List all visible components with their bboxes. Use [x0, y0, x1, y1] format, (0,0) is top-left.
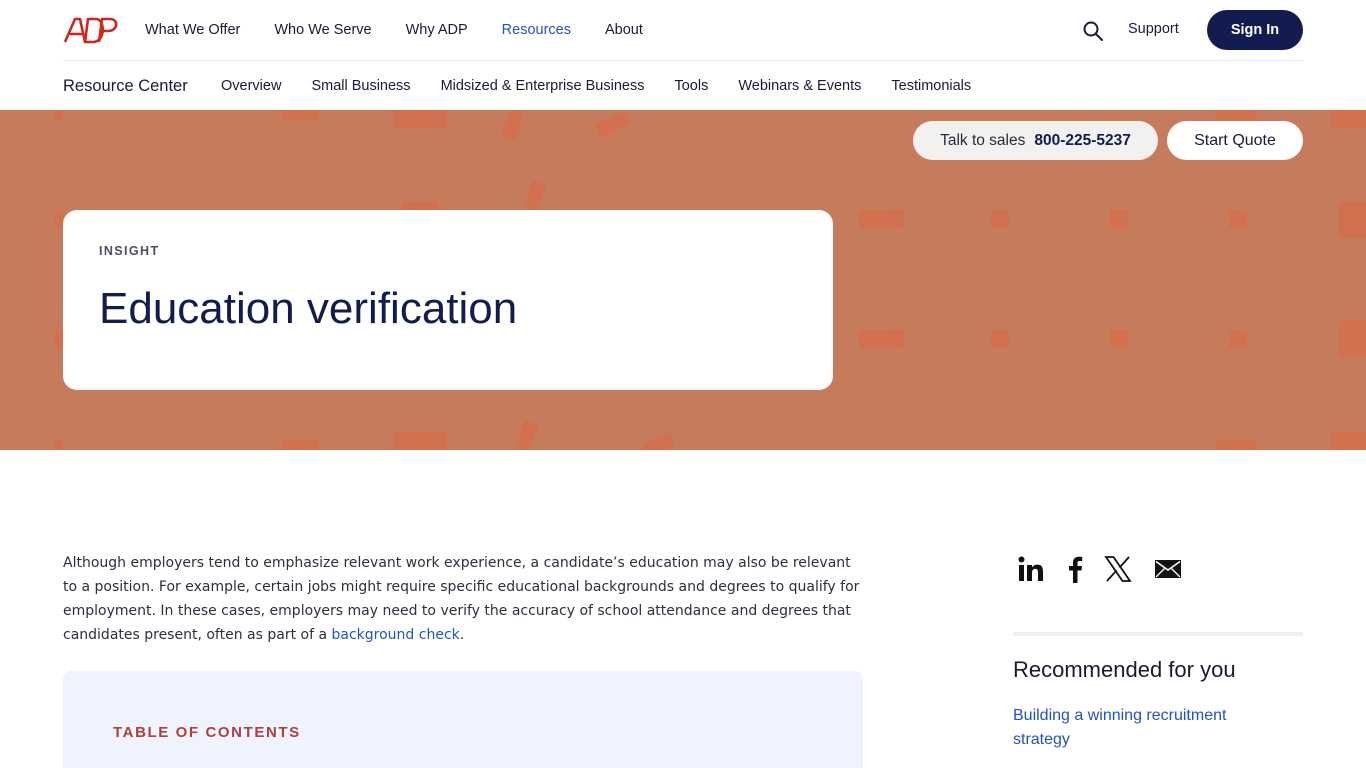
- x-icon[interactable]: [1103, 552, 1133, 586]
- background-check-link[interactable]: background check: [332, 627, 460, 643]
- nav-who-we-serve[interactable]: Who We Serve: [274, 22, 371, 38]
- subnav-midsized-enterprise[interactable]: Midsized & Enterprise Business: [441, 78, 645, 94]
- start-quote-button[interactable]: Start Quote: [1167, 121, 1303, 160]
- content-type-label: INSIGHT: [99, 244, 160, 258]
- subnav-testimonials[interactable]: Testimonials: [891, 78, 971, 94]
- primary-nav: What We Offer Who We Serve Why ADP Resou…: [145, 0, 677, 60]
- linkedin-icon[interactable]: [1016, 552, 1046, 586]
- article-intro: Although employers tend to emphasize rel…: [63, 551, 863, 647]
- subnav-tools[interactable]: Tools: [674, 78, 708, 94]
- hero-card: INSIGHT Education verification: [63, 210, 833, 390]
- nav-resources[interactable]: Resources: [502, 22, 571, 38]
- adp-logo[interactable]: [63, 16, 119, 44]
- email-icon[interactable]: [1153, 552, 1183, 586]
- facebook-icon[interactable]: [1065, 552, 1085, 586]
- search-icon[interactable]: [1082, 20, 1104, 42]
- subnav-overview[interactable]: Overview: [221, 78, 281, 94]
- intro-end: .: [459, 627, 465, 643]
- subnav-webinars-events[interactable]: Webinars & Events: [738, 78, 861, 94]
- talk-to-sales-pill[interactable]: Talk to sales 800-225-5237: [913, 121, 1158, 160]
- table-of-contents: TABLE OF CONTENTS: [63, 671, 863, 768]
- recommended-heading: Recommended for you: [1013, 657, 1236, 682]
- recommended-article-link[interactable]: Building a winning recruitment strategy: [1013, 704, 1263, 752]
- subnav-small-business[interactable]: Small Business: [311, 78, 410, 94]
- talk-to-sales-label: Talk to sales: [940, 131, 1026, 149]
- nav-what-we-offer[interactable]: What We Offer: [145, 22, 240, 38]
- top-navigation: What We Offer Who We Serve Why ADP Resou…: [0, 0, 1366, 60]
- sign-in-button[interactable]: Sign In: [1207, 10, 1303, 50]
- resource-center-title[interactable]: Resource Center: [63, 77, 188, 96]
- sidebar-divider: [1013, 632, 1303, 636]
- page-title: Education verification: [99, 284, 518, 333]
- support-link[interactable]: Support: [1128, 21, 1179, 37]
- toc-title: TABLE OF CONTENTS: [113, 724, 301, 741]
- resource-center-nav: Resource Center Overview Small Business …: [0, 61, 1366, 110]
- nav-about[interactable]: About: [605, 22, 643, 38]
- sales-phone-number[interactable]: 800-225-5237: [1034, 132, 1131, 150]
- nav-why-adp[interactable]: Why ADP: [406, 22, 468, 38]
- hero-banner: Talk to sales 800-225-5237 Start Quote I…: [0, 110, 1366, 450]
- subnav-links: Overview Small Business Midsized & Enter…: [221, 61, 1001, 110]
